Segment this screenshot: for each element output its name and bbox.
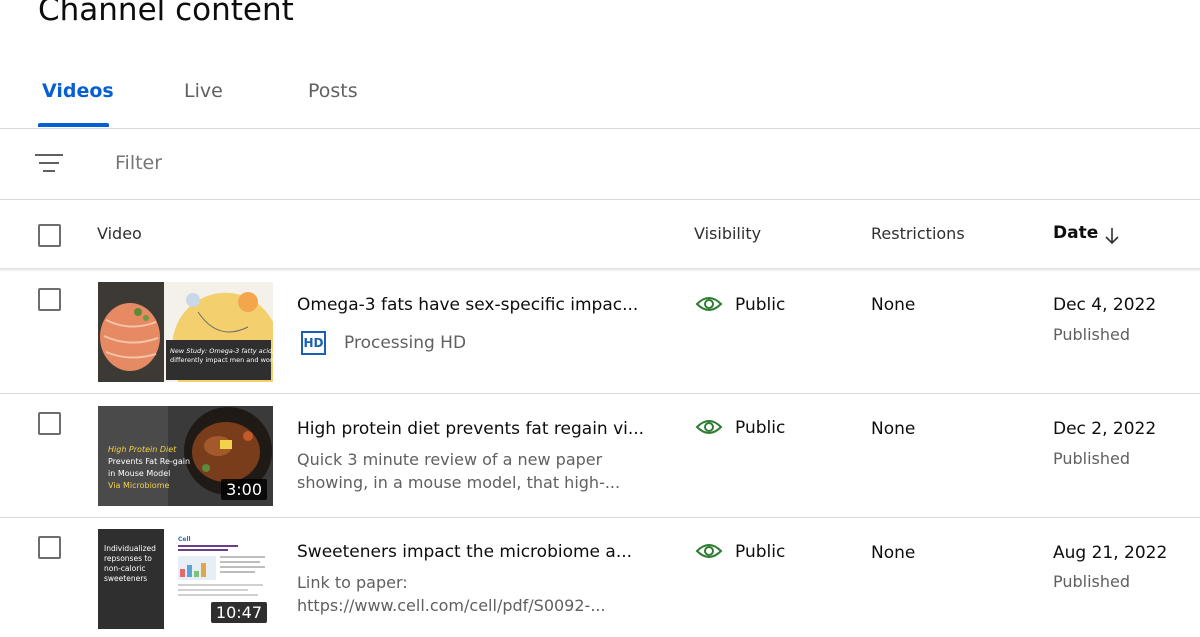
column-header-date[interactable]: Date — [1053, 223, 1098, 243]
divider — [0, 199, 1200, 200]
header-shadow — [0, 268, 1200, 272]
video-duration: 10:47 — [210, 602, 267, 623]
divider — [0, 517, 1200, 518]
video-description-line: https://www.cell.com/cell/pdf/S0092-... — [297, 596, 606, 615]
date-value: Aug 21, 2022 — [1053, 543, 1168, 563]
thumbnail-image: New Study: Omega-3 fatty acids different… — [98, 282, 273, 382]
video-title[interactable]: Sweeteners impact the microbiome a... — [297, 542, 632, 562]
row-checkbox[interactable] — [38, 412, 61, 435]
date-status: Published — [1053, 449, 1131, 468]
divider — [0, 128, 1200, 129]
thumbnail-caption-line: differently impact men and women — [170, 356, 273, 364]
eye-icon — [695, 420, 723, 434]
thumbnail-caption-line: Prevents Fat Re-gain — [108, 457, 190, 466]
restrictions-value: None — [871, 543, 916, 563]
thumbnail-caption-line: non-caloric — [104, 564, 145, 573]
hd-badge-icon: HD — [301, 331, 326, 355]
video-title[interactable]: High protein diet prevents fat regain vi… — [297, 419, 644, 439]
eye-icon — [695, 297, 723, 311]
video-duration: 3:00 — [221, 479, 267, 500]
eye-icon — [695, 544, 723, 558]
filter-lines-icon[interactable] — [35, 150, 65, 176]
video-description-line: Quick 3 minute review of a new paper — [297, 450, 603, 469]
thumbnail-caption-line: Via Microbiome — [108, 481, 169, 490]
thumbnail-caption-line: Individualized — [104, 544, 156, 553]
video-thumbnail[interactable]: High Protein Diet Prevents Fat Re-gain i… — [98, 406, 273, 506]
date-value: Dec 4, 2022 — [1053, 295, 1157, 315]
visibility-value[interactable]: Public — [735, 542, 785, 562]
tab-live[interactable]: Live — [184, 80, 223, 102]
filter-input[interactable]: Filter — [115, 152, 162, 174]
video-title[interactable]: Omega-3 fats have sex-specific impac... — [297, 295, 638, 315]
column-header-restrictions[interactable]: Restrictions — [871, 224, 965, 243]
row-checkbox[interactable] — [38, 536, 61, 559]
date-status: Published — [1053, 325, 1131, 344]
processing-status: Processing HD — [344, 333, 467, 353]
tab-posts[interactable]: Posts — [308, 80, 358, 102]
thumbnail-caption-line: High Protein Diet — [108, 445, 177, 454]
thumbnail-caption-line: sweeteners — [104, 574, 147, 583]
video-thumbnail[interactable]: Individualized repsonses to non-caloric … — [98, 529, 273, 629]
video-description-line: showing, in a mouse model, that high-... — [297, 473, 621, 492]
date-value: Dec 2, 2022 — [1053, 419, 1157, 439]
visibility-value[interactable]: Public — [735, 295, 785, 315]
row-checkbox[interactable] — [38, 288, 61, 311]
page-title: Channel content — [38, 0, 294, 28]
active-tab-indicator — [38, 123, 109, 127]
column-header-visibility[interactable]: Visibility — [694, 224, 761, 243]
thumbnail-caption-line: in Mouse Model — [108, 469, 170, 478]
thumbnail-caption-line: repsonses to — [104, 554, 152, 563]
divider — [0, 393, 1200, 394]
restrictions-value: None — [871, 295, 916, 315]
select-all-checkbox[interactable] — [38, 224, 61, 247]
thumbnail-journal-label: Cell — [178, 536, 191, 543]
tab-videos[interactable]: Videos — [42, 80, 114, 102]
restrictions-value: None — [871, 419, 916, 439]
video-description-line: Link to paper: — [297, 573, 408, 592]
column-header-video: Video — [97, 224, 142, 243]
arrow-down-icon[interactable] — [1102, 226, 1122, 246]
visibility-value[interactable]: Public — [735, 418, 785, 438]
thumbnail-caption-line: New Study: Omega-3 fatty acids — [170, 347, 273, 355]
video-thumbnail[interactable]: New Study: Omega-3 fatty acids different… — [98, 282, 273, 382]
date-status: Published — [1053, 572, 1131, 591]
